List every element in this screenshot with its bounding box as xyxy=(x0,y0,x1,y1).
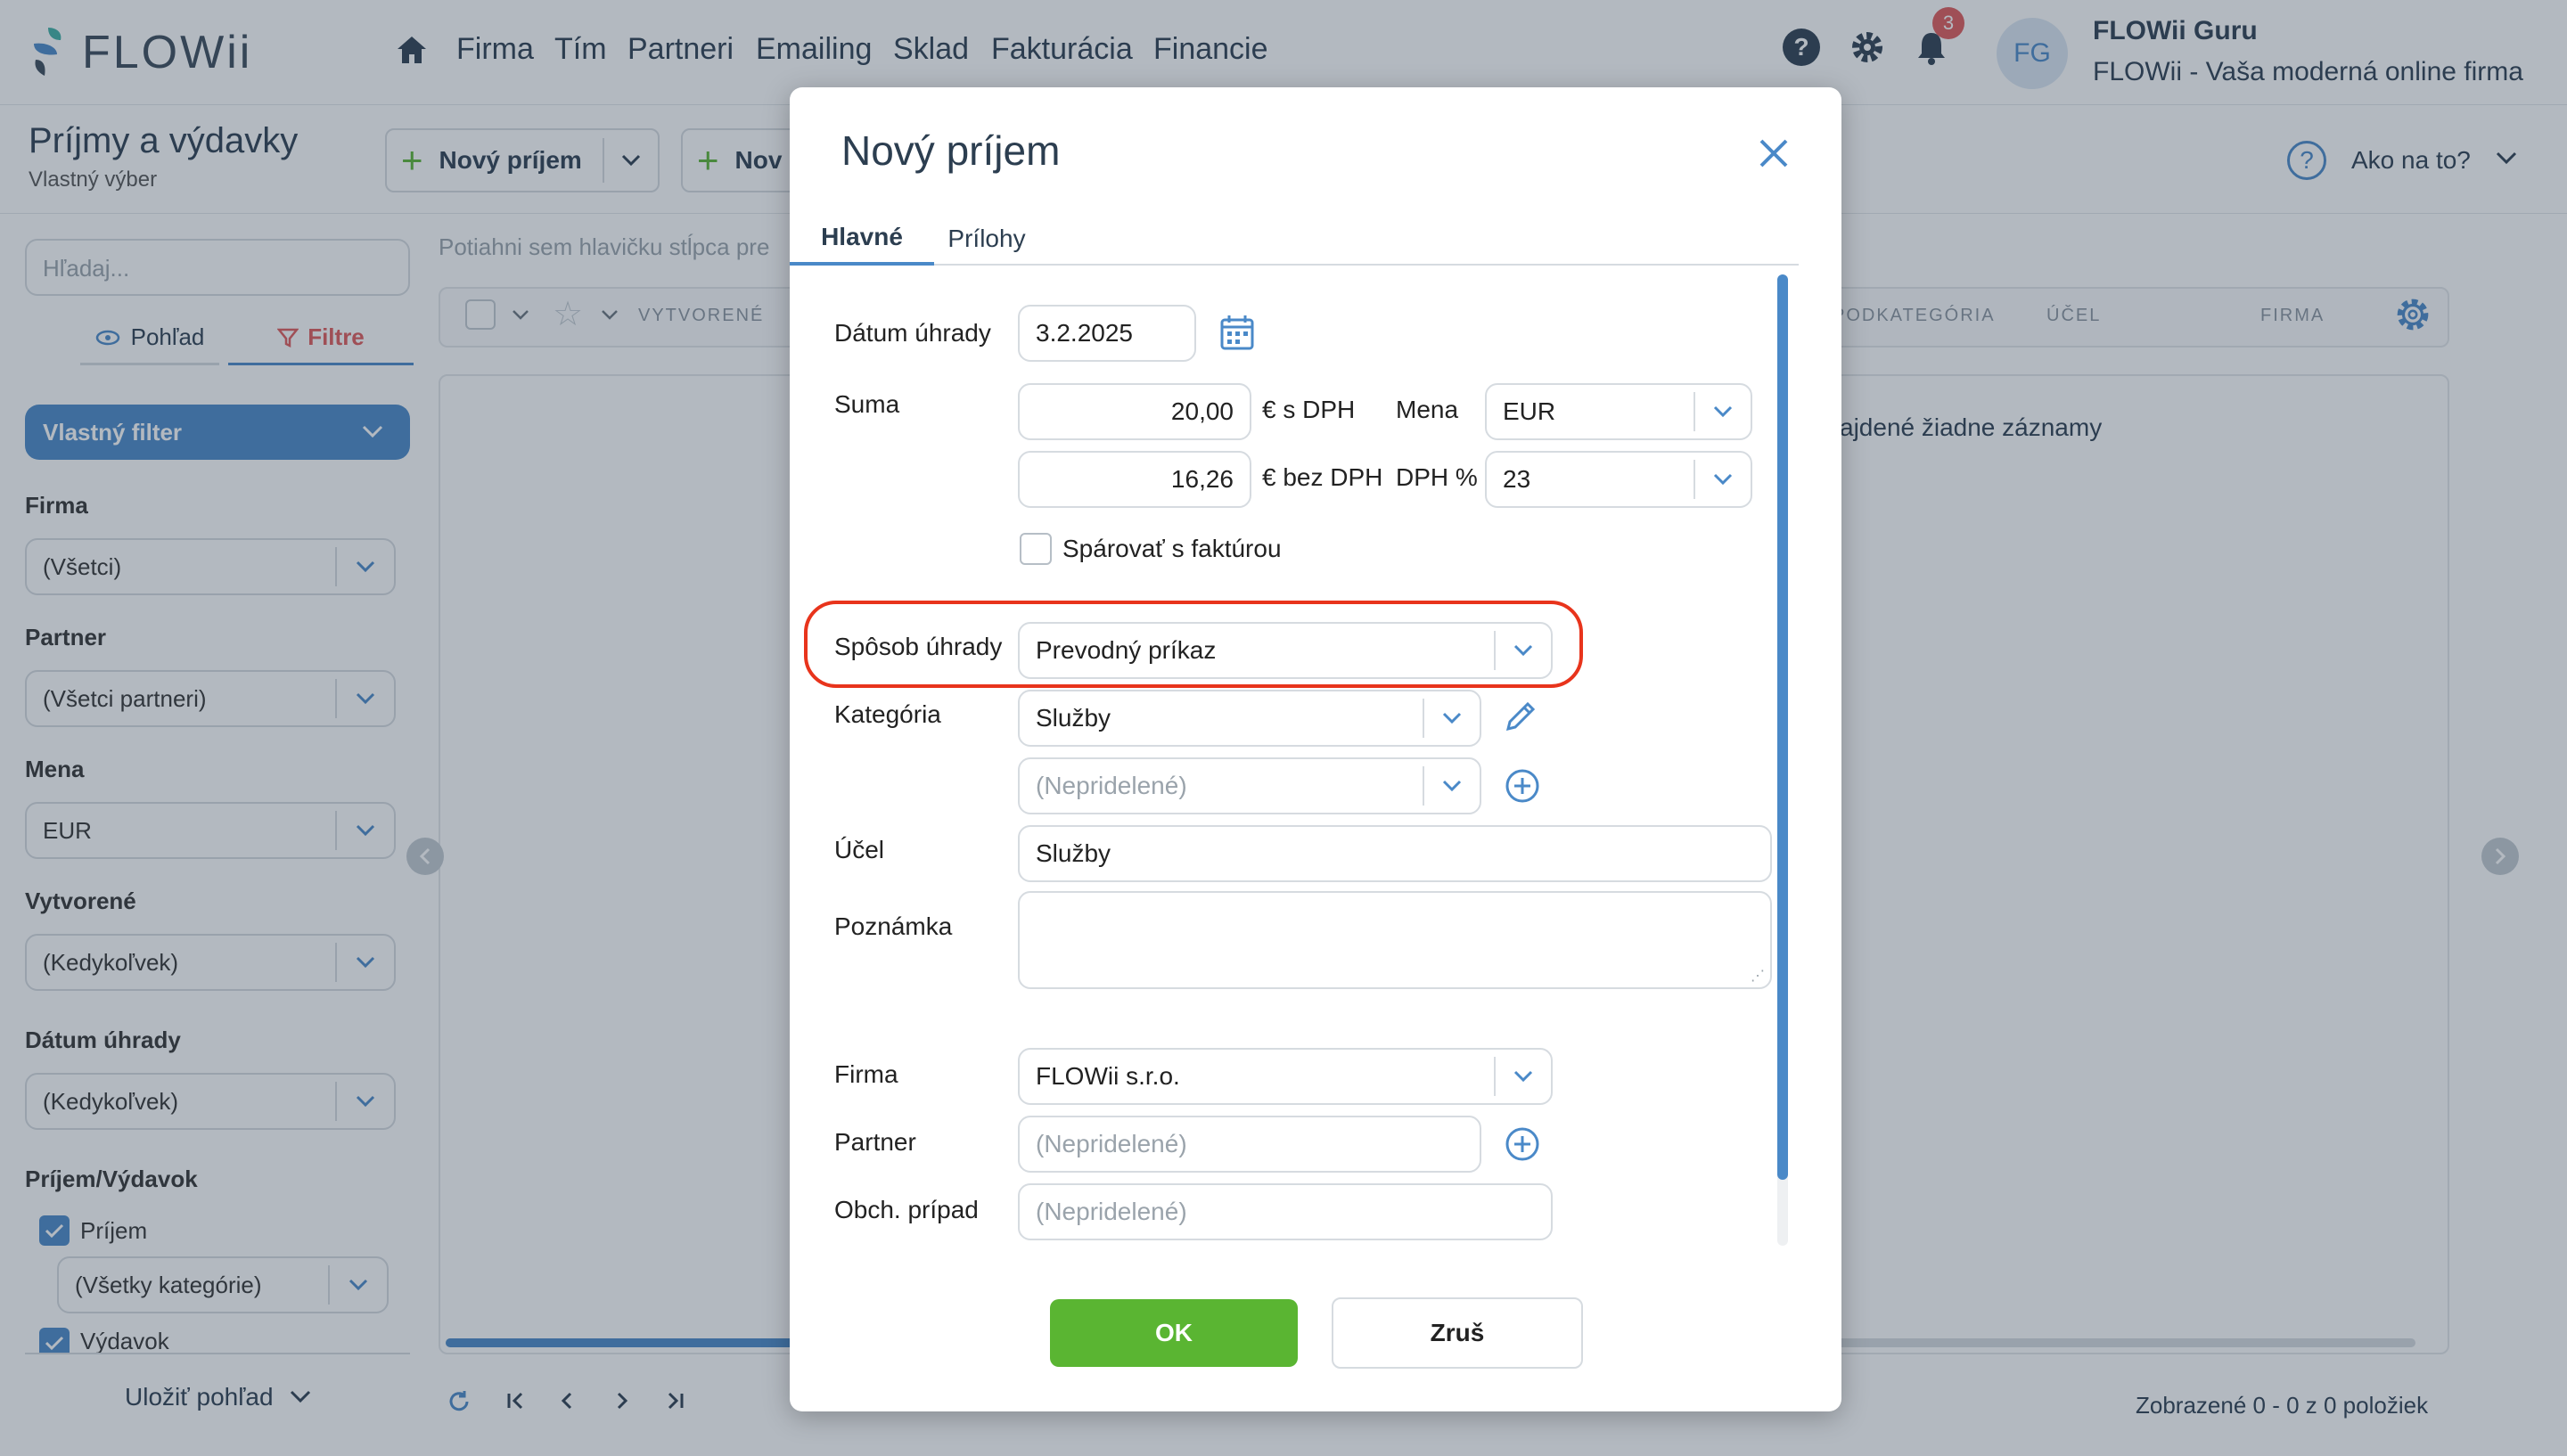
category-value: Služby xyxy=(1036,704,1111,732)
sum-without-vat-value: 16,26 xyxy=(1170,465,1234,493)
dialog-scrollbar-thumb[interactable] xyxy=(1777,274,1788,1180)
chevron-down-icon xyxy=(1423,766,1480,806)
purpose-value: Služby xyxy=(1036,839,1111,867)
category-select[interactable]: Služby xyxy=(1018,690,1481,747)
payment-date-input[interactable]: 3.2.2025 xyxy=(1018,305,1196,362)
subcategory-select[interactable]: (Nepridelené) xyxy=(1018,757,1481,814)
purpose-label: Účel xyxy=(834,836,885,863)
tab-attachments[interactable]: Prílohy xyxy=(934,212,1039,266)
checkbox-box xyxy=(1020,533,1052,565)
payment-method-select[interactable]: Prevodný príkaz xyxy=(1018,622,1553,679)
case-input[interactable]: (Nepridelené) xyxy=(1018,1183,1553,1240)
tab-main[interactable]: Hlavné xyxy=(790,212,934,266)
partner-label: Partner xyxy=(834,1128,916,1156)
pair-invoice-checkbox[interactable]: Spárovať s faktúrou xyxy=(1020,533,1282,565)
payment-method-label: Spôsob úhrady xyxy=(834,633,1003,660)
note-textarea[interactable]: ⋰ xyxy=(1018,891,1772,989)
category-label: Kategória xyxy=(834,700,941,728)
subcategory-placeholder: (Nepridelené) xyxy=(1036,772,1187,799)
chevron-down-icon xyxy=(1694,392,1751,431)
sum-with-vat-input[interactable]: 20,00 xyxy=(1018,383,1251,440)
tab-attachments-label: Prílohy xyxy=(947,225,1026,252)
currency-select[interactable]: EUR xyxy=(1485,383,1752,440)
company-select[interactable]: FLOWii s.r.o. xyxy=(1018,1048,1553,1105)
dialog-title: Nový príjem xyxy=(841,127,1061,174)
add-subcategory-plus-icon[interactable] xyxy=(1505,768,1540,808)
purpose-input[interactable]: Služby xyxy=(1018,825,1772,882)
note-label: Poznámka xyxy=(834,912,953,940)
ok-button[interactable]: OK xyxy=(1050,1299,1298,1367)
sum-with-vat-value: 20,00 xyxy=(1170,397,1234,425)
payment-date-value: 3.2.2025 xyxy=(1036,319,1133,347)
add-partner-plus-icon[interactable] xyxy=(1505,1126,1540,1166)
with-vat-suffix: € s DPH xyxy=(1262,396,1356,423)
sum-label: Suma xyxy=(834,390,900,418)
chevron-down-icon xyxy=(1423,699,1480,738)
vat-value: 23 xyxy=(1503,465,1531,493)
new-income-dialog: Nový príjem Hlavné Prílohy Dátum úhrady … xyxy=(790,87,1841,1411)
ok-button-label: OK xyxy=(1155,1319,1193,1346)
chevron-down-icon xyxy=(1694,460,1751,499)
company-value: FLOWii s.r.o. xyxy=(1036,1062,1180,1090)
currency-value: EUR xyxy=(1503,397,1556,425)
partner-placeholder: (Nepridelené) xyxy=(1036,1130,1187,1157)
tab-main-label: Hlavné xyxy=(821,223,903,250)
chevron-down-icon xyxy=(1494,631,1551,670)
case-label: Obch. prípad xyxy=(834,1196,979,1223)
cancel-button-label: Zruš xyxy=(1430,1319,1485,1346)
vat-label: DPH % xyxy=(1396,463,1478,491)
chevron-down-icon xyxy=(1494,1057,1551,1096)
payment-date-label: Dátum úhrady xyxy=(834,319,991,347)
edit-pencil-icon[interactable] xyxy=(1503,699,1538,739)
currency-label: Mena xyxy=(1396,396,1459,423)
sum-without-vat-input[interactable]: 16,26 xyxy=(1018,451,1251,508)
company-label: Firma xyxy=(834,1060,898,1088)
vat-select[interactable]: 23 xyxy=(1485,451,1752,508)
payment-method-value: Prevodný príkaz xyxy=(1036,636,1217,664)
without-vat-suffix: € bez DPH xyxy=(1262,463,1383,491)
resize-handle-icon[interactable]: ⋰ xyxy=(1751,969,1765,984)
close-icon[interactable] xyxy=(1758,137,1793,173)
calendar-icon[interactable] xyxy=(1219,314,1255,356)
cancel-button[interactable]: Zruš xyxy=(1332,1297,1583,1369)
case-placeholder: (Nepridelené) xyxy=(1036,1198,1187,1225)
partner-input[interactable]: (Nepridelené) xyxy=(1018,1116,1481,1173)
pair-invoice-label: Spárovať s faktúrou xyxy=(1062,535,1282,562)
